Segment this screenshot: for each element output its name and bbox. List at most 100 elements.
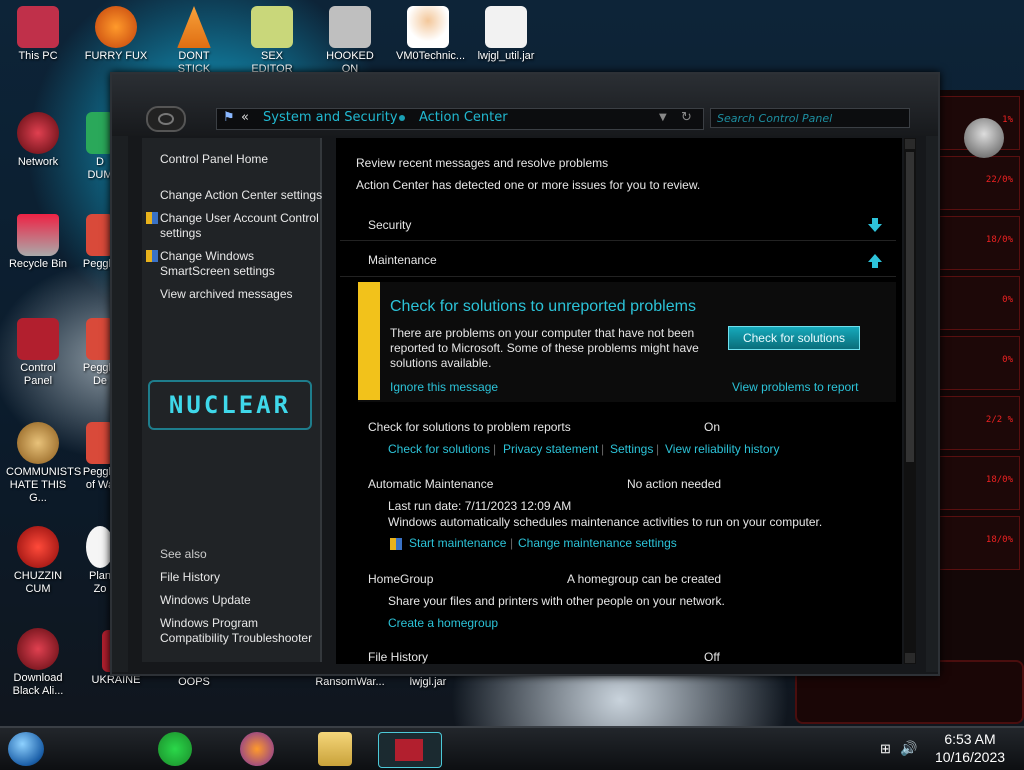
- breadcrumb-system-security[interactable]: System and Security: [263, 110, 398, 125]
- desktop-shortcut[interactable]: Download Black Ali...: [6, 628, 70, 698]
- check-for-solutions-link[interactable]: Check for solutions: [388, 442, 490, 456]
- doctor-icon: [407, 6, 449, 48]
- monitor-row: 18/0%: [932, 516, 1020, 570]
- collapse-arrow-icon[interactable]: [868, 254, 882, 268]
- breadcrumb-root[interactable]: «: [241, 110, 249, 125]
- page-heading: Review recent messages and resolve probl…: [356, 156, 609, 170]
- control-panel-icon: [17, 318, 59, 360]
- create-homegroup-link[interactable]: Create a homegroup: [388, 616, 498, 630]
- desktop-shortcut[interactable]: CHUZZIN CUM: [6, 526, 70, 596]
- alienware-icon: [17, 628, 59, 670]
- check-for-solutions-button[interactable]: Check for solutions: [728, 326, 860, 350]
- refresh-icon[interactable]: ↻: [681, 110, 692, 125]
- desktop-shortcut[interactable]: HOOKED ON: [318, 6, 382, 76]
- privacy-statement-link[interactable]: Privacy statement: [503, 442, 598, 456]
- windows-update-link[interactable]: Windows Update: [160, 593, 251, 608]
- homegroup-label: HomeGroup: [368, 572, 434, 586]
- scrollbar-thumb[interactable]: [906, 152, 914, 462]
- view-problems-link[interactable]: View problems to report: [732, 380, 859, 394]
- address-bar[interactable]: ⚑ « System and Security Action Center ▼ …: [216, 108, 704, 130]
- java-icon: [485, 6, 527, 48]
- start-orb-icon[interactable]: [8, 732, 44, 766]
- window-frame-right: [926, 136, 938, 672]
- control-panel-home-link[interactable]: Control Panel Home: [160, 152, 268, 167]
- link-separator: |: [510, 536, 514, 550]
- reliability-history-link[interactable]: View reliability history: [665, 442, 780, 456]
- taskbar: ⊞ 🔊 6:53 AM 10/16/2023: [0, 726, 1024, 770]
- desktop-shortcut[interactable]: OOPS: [162, 676, 226, 689]
- scroll-up-icon[interactable]: [905, 139, 915, 149]
- maintenance-title: Maintenance: [368, 253, 437, 267]
- change-smartscreen-settings-link[interactable]: Change Windows SmartScreen settings: [160, 249, 322, 279]
- settings-link[interactable]: Settings: [610, 442, 653, 456]
- recycle-bin-shortcut[interactable]: Recycle Bin: [6, 214, 70, 271]
- file-history-status: Off: [704, 650, 720, 664]
- window-frame-left: [112, 136, 128, 672]
- network-tray-icon[interactable]: ⊞: [880, 741, 891, 757]
- ignore-message-link[interactable]: Ignore this message: [390, 380, 498, 394]
- security-title: Security: [368, 218, 412, 232]
- vlc-icon: [177, 6, 211, 48]
- desktop-shortcut[interactable]: RansomWar...: [314, 676, 386, 689]
- alert-body: There are problems on your computer that…: [390, 326, 699, 370]
- control-panel-shortcut[interactable]: Control Panel: [6, 318, 70, 388]
- network-icon-shortcut[interactable]: Network: [6, 112, 70, 169]
- file-history-label: File History: [368, 650, 429, 664]
- control-panel-taskbar-button[interactable]: [378, 732, 442, 768]
- messages-icon[interactable]: [158, 732, 192, 766]
- maintenance-description: Windows automatically schedules maintena…: [388, 515, 823, 529]
- desktop-shortcut[interactable]: SEX EDITOR: [240, 6, 304, 76]
- change-uac-settings-link[interactable]: Change User Account Control settings: [160, 211, 322, 241]
- money-bag-icon: [17, 422, 59, 464]
- last-run-date: Last run date: 7/11/2023 12:09 AM: [388, 499, 572, 513]
- clock[interactable]: 6:53 AM 10/16/2023: [924, 730, 1016, 766]
- chevron-down-icon[interactable]: ▼: [659, 112, 667, 123]
- firefox-icon[interactable]: [240, 732, 274, 766]
- vertical-scrollbar[interactable]: [904, 138, 916, 664]
- desktop-shortcut[interactable]: COMMUNISTS HATE THIS G...: [6, 422, 81, 505]
- shield-icon: [390, 538, 402, 550]
- desktop-shortcut[interactable]: DONT STICK: [162, 6, 226, 76]
- link-separator: |: [493, 442, 497, 456]
- desktop-shortcut[interactable]: lwjgl.jar: [396, 676, 460, 689]
- back-forward-icon[interactable]: [146, 106, 186, 132]
- desktop-shortcut[interactable]: VM0Technic...: [396, 6, 465, 63]
- volume-icon[interactable]: 🔊: [900, 740, 917, 757]
- clock-date: 10/16/2023: [934, 749, 1006, 765]
- scroll-down-icon[interactable]: [905, 653, 915, 663]
- this-pc-icon[interactable]: This PC: [6, 6, 70, 63]
- auto-maintenance-label: Automatic Maintenance: [368, 477, 494, 491]
- compat-troubleshooter-link[interactable]: Windows Program Compatibility Troublesho…: [160, 616, 322, 646]
- start-maintenance-link[interactable]: Start maintenance: [409, 536, 506, 550]
- homegroup-status: A homegroup can be created: [567, 572, 722, 586]
- see-also-heading: See also: [160, 547, 207, 561]
- file-history-link[interactable]: File History: [160, 570, 220, 585]
- clock-time: 6:53 AM: [944, 731, 996, 747]
- link-separator: |: [656, 442, 660, 456]
- monitor-row: 18/0%: [932, 456, 1020, 510]
- auto-maintenance-status: No action needed: [627, 477, 722, 491]
- monitor-row: 0%: [932, 276, 1020, 330]
- warning-bar: [358, 282, 380, 400]
- breadcrumb-action-center[interactable]: Action Center: [419, 110, 508, 125]
- desktop-shortcut[interactable]: FURRY FUX: [84, 6, 148, 63]
- alert-title: Check for solutions to unreported proble…: [390, 298, 696, 315]
- desktop-shortcut[interactable]: lwjgl_util.jar: [474, 6, 538, 63]
- expand-arrow-icon[interactable]: [868, 218, 882, 232]
- view-archived-messages-link[interactable]: View archived messages: [160, 287, 293, 302]
- shield-icon: [146, 212, 158, 224]
- action-center-window: ⚑ « System and Security Action Center ▼ …: [110, 72, 940, 676]
- monitor-row: 0%: [932, 336, 1020, 390]
- maintenance-section-header[interactable]: Maintenance: [340, 246, 896, 277]
- security-section-header[interactable]: Security: [340, 210, 896, 241]
- firefox-icon: [95, 6, 137, 48]
- system-tray: ⊞ 🔊 6:53 AM 10/16/2023: [866, 730, 1016, 768]
- change-action-center-settings-link[interactable]: Change Action Center settings: [160, 188, 324, 203]
- control-panel-icon: [395, 739, 423, 761]
- monitor-row: 22/0%: [932, 156, 1020, 210]
- change-maintenance-settings-link[interactable]: Change maintenance settings: [518, 536, 677, 550]
- recycle-bin-icon: [17, 214, 59, 256]
- nuclear-logo: NUCLEAR: [148, 380, 312, 430]
- search-input[interactable]: Search Control Panel: [710, 108, 910, 128]
- file-explorer-icon[interactable]: [318, 732, 352, 766]
